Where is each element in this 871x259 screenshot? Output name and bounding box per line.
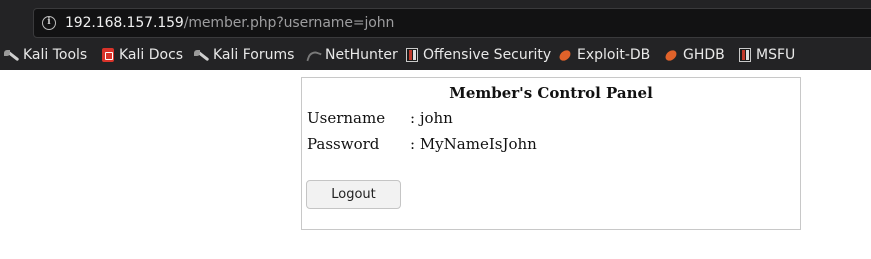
bookmark-label: Kali Tools [23,47,88,63]
username-row: Username : john [307,109,453,127]
offsec-icon [406,48,418,62]
bookmark-label: GHDB [683,47,725,63]
bookmark-ghdb[interactable]: GHDB [664,44,725,66]
info-icon[interactable]: i [42,16,56,30]
bookmark-label: MSFU [756,47,796,63]
exploit-db-icon [558,48,572,62]
nethunter-icon [306,48,320,62]
username-value: : john [410,109,453,127]
offsec-icon [739,48,751,62]
member-control-panel: Member's Control Panel Username : john Pa… [301,77,801,230]
bookmark-exploit-db[interactable]: Exploit-DB [558,44,650,66]
url-path: /member.php?username=john [183,15,395,31]
bookmark-nethunter[interactable]: NetHunter [306,44,398,66]
bookmark-label: Kali Forums [213,47,295,63]
logout-button[interactable]: Logout [306,180,401,209]
kali-docs-icon [102,48,114,62]
password-value: : MyNameIsJohn [410,135,537,153]
kali-dragon-icon [4,48,18,62]
password-row: Password : MyNameIsJohn [307,135,537,153]
bookmarks-toolbar: Kali Tools Kali Docs Kali Forums NetHunt… [0,44,871,66]
bookmark-label: Offensive Security [423,47,552,63]
username-label: Username [307,109,386,127]
bookmark-label: Kali Docs [119,47,184,63]
exploit-db-icon [664,48,678,62]
bookmark-kali-tools[interactable]: Kali Tools [4,44,87,66]
bookmark-label: NetHunter [325,47,398,63]
address-bar[interactable]: i 192.168.157.159/member.php?username=jo… [33,8,871,38]
browser-chrome: i 192.168.157.159/member.php?username=jo… [0,0,871,70]
bookmark-offensive-security[interactable]: Offensive Security [406,44,551,66]
bookmark-msfu[interactable]: MSFU [739,44,795,66]
url-host: 192.168.157.159 [65,15,184,31]
kali-dragon-icon [194,48,208,62]
bookmark-kali-docs[interactable]: Kali Docs [102,44,183,66]
password-label: Password [307,135,380,153]
panel-title: Member's Control Panel [449,84,653,102]
bookmark-label: Exploit-DB [577,47,651,63]
bookmark-kali-forums[interactable]: Kali Forums [194,44,294,66]
address-url[interactable]: 192.168.157.159/member.php?username=john [65,15,394,31]
